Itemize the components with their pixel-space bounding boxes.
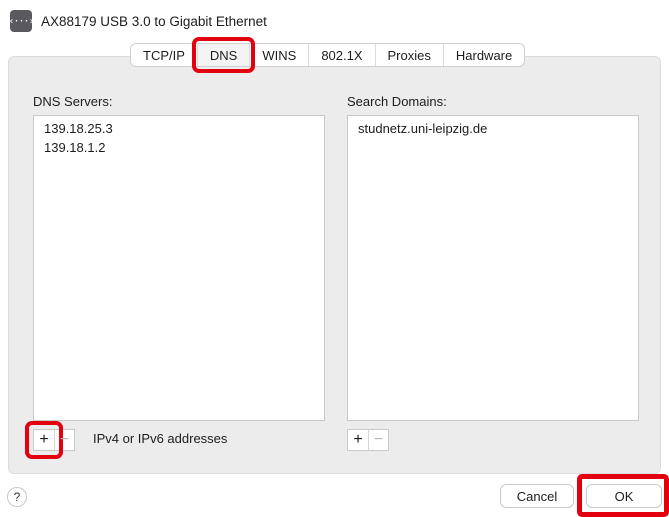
cancel-button[interactable]: Cancel (500, 484, 574, 508)
tab-proxies[interactable]: Proxies (376, 44, 444, 66)
dns-hint-text: IPv4 or IPv6 addresses (93, 431, 228, 446)
dns-server-item[interactable]: 139.18.1.2 (44, 138, 314, 157)
search-add-remove-group: + − (347, 429, 389, 451)
search-domains-label: Search Domains: (347, 94, 447, 109)
search-domains-list[interactable]: studnetz.uni-leipzig.de (347, 115, 639, 421)
interface-title: AX88179 USB 3.0 to Gigabit Ethernet (41, 13, 267, 29)
search-domain-item[interactable]: studnetz.uni-leipzig.de (358, 119, 628, 138)
tab-hardware[interactable]: Hardware (444, 44, 524, 66)
add-search-domain-button[interactable]: + (348, 430, 368, 450)
dns-servers-list[interactable]: 139.18.25.3 139.18.1.2 (33, 115, 325, 421)
dns-add-remove-group: + − (25, 421, 75, 459)
ok-button[interactable]: OK (586, 484, 662, 508)
window-header: ‹···› AX88179 USB 3.0 to Gigabit Etherne… (8, 9, 267, 33)
add-dns-server-button[interactable]: + (25, 421, 63, 459)
tab-tcpip[interactable]: TCP/IP (131, 44, 198, 66)
remove-dns-server-button[interactable]: − (54, 430, 74, 450)
dns-server-item[interactable]: 139.18.25.3 (44, 119, 314, 138)
tab-dns[interactable]: DNS (191, 37, 256, 73)
help-button[interactable]: ? (7, 487, 27, 507)
tab-wins[interactable]: WINS (250, 44, 310, 66)
dns-servers-label: DNS Servers: (33, 94, 113, 109)
tab-bar: TCP/IP DNS WINS 802.1X Proxies Hardware (130, 37, 526, 73)
tab-8021x[interactable]: 802.1X (309, 44, 376, 66)
network-interface-icon: ‹···› (8, 10, 35, 32)
remove-search-domain-button[interactable]: − (368, 430, 388, 450)
